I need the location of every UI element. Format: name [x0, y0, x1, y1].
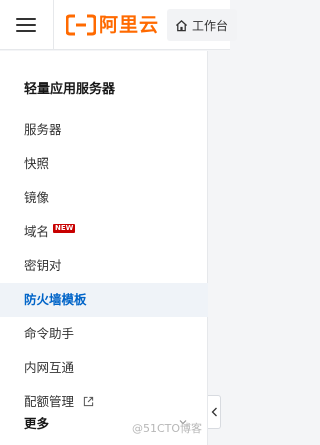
topbar-divider	[53, 0, 54, 50]
sidebar-item-label: 服务器	[24, 122, 62, 137]
sidebar-nav: 服务器 快照 镜像 域名 NEW 密钥对 防火墙模板 命令助手 内网互通 配额管理	[0, 113, 208, 419]
sidebar-item-label: 配额管理	[24, 394, 75, 409]
sidebar-item-label: 命令助手	[24, 326, 75, 341]
top-bar: 阿里云 工作台	[0, 0, 237, 50]
watermark-text: @51CTO博客	[132, 422, 203, 435]
aliyun-logo[interactable]: 阿里云	[66, 13, 159, 37]
sidebar-item-images[interactable]: 镜像	[0, 181, 208, 215]
sidebar-item-key-pairs[interactable]: 密钥对	[0, 249, 208, 283]
external-link-icon	[83, 396, 94, 407]
sidebar-item-label: 快照	[24, 156, 50, 171]
workbench-label: 工作台	[192, 18, 229, 33]
more-section-toggle[interactable]: 更多	[24, 413, 49, 432]
chevron-left-icon	[211, 407, 217, 417]
sidebar-item-firewall-templates[interactable]: 防火墙模板	[0, 283, 208, 317]
logo-text: 阿里云	[99, 14, 160, 36]
aliyun-logo-icon	[66, 14, 96, 36]
sidebar-item-label: 镜像	[24, 190, 50, 205]
workbench-button[interactable]: 工作台	[167, 9, 237, 41]
sidebar-item-label: 域名	[24, 224, 50, 239]
sidebar-item-label: 密钥对	[24, 258, 62, 273]
sidebar-item-intranet-interconnect[interactable]: 内网互通	[0, 351, 208, 385]
sidebar: 轻量应用服务器 服务器 快照 镜像 域名 NEW 密钥对 防火墙模板 命令助手 内…	[0, 51, 208, 445]
sidebar-item-servers[interactable]: 服务器	[0, 113, 208, 147]
new-badge: NEW	[53, 224, 76, 233]
sidebar-item-label: 内网互通	[24, 360, 75, 375]
home-icon	[175, 19, 188, 31]
sidebar-title: 轻量应用服务器	[24, 82, 116, 97]
hamburger-menu-icon[interactable]	[10, 10, 42, 40]
sidebar-item-domains[interactable]: 域名 NEW	[0, 215, 208, 249]
sidebar-item-label: 防火墙模板	[24, 292, 87, 307]
sidebar-item-snapshots[interactable]: 快照	[0, 147, 208, 181]
sidebar-item-command-assistant[interactable]: 命令助手	[0, 317, 208, 351]
sidebar-collapse-button[interactable]	[208, 395, 221, 429]
